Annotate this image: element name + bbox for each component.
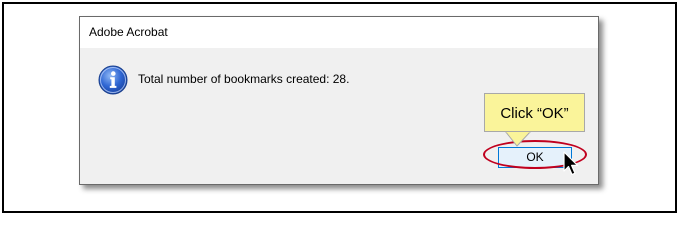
mouse-cursor-icon (563, 151, 579, 176)
dialog-message: Total number of bookmarks created: 28. (138, 72, 350, 86)
callout-text: Click “OK” (500, 105, 569, 122)
instruction-callout: Click “OK” (484, 93, 585, 132)
callout-pointer (505, 131, 531, 147)
dialog-title: Adobe Acrobat (89, 25, 168, 39)
info-icon (98, 65, 128, 95)
dialog-titlebar: Adobe Acrobat (80, 17, 598, 48)
